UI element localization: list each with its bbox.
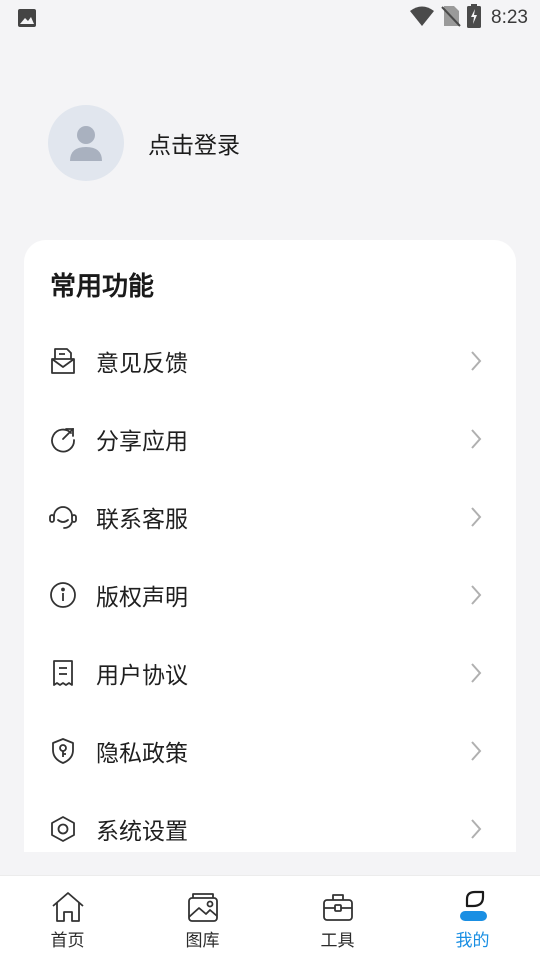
menu-item-copyright[interactable]: 版权声明 (24, 556, 516, 634)
toolbox-icon (322, 890, 354, 924)
menu-item-label: 隐私政策 (96, 741, 188, 767)
card-title: 常用功能 (50, 272, 155, 302)
tab-mine[interactable]: 我的 (405, 876, 540, 961)
battery-charging-icon (467, 4, 482, 32)
common-functions-card: 常用功能 意见反馈 分享应用 联系客服 版权声明 用户协议 隐私政策 系统设置 (24, 240, 516, 852)
tab-label: 首页 (50, 931, 85, 951)
tab-home[interactable]: 首页 (0, 876, 135, 961)
headset-icon (48, 502, 78, 532)
gallery-icon (187, 890, 219, 924)
menu-item-system-settings[interactable]: 系统设置 (24, 790, 516, 852)
menu-item-feedback[interactable]: 意见反馈 (24, 322, 516, 400)
menu-item-label: 联系客服 (96, 507, 188, 533)
menu-item-user-agreement[interactable]: 用户协议 (24, 634, 516, 712)
tab-tools[interactable]: 工具 (270, 876, 405, 961)
status-time: 8:23 (491, 7, 528, 28)
chevron-right-icon (470, 662, 484, 684)
tab-label: 我的 (455, 931, 490, 951)
wifi-icon (409, 5, 435, 31)
no-sim-icon (441, 5, 461, 31)
chevron-right-icon (470, 350, 484, 372)
gallery-notification-icon (17, 8, 37, 32)
menu-item-label: 用户协议 (96, 663, 188, 689)
chevron-right-icon (470, 740, 484, 762)
chevron-right-icon (470, 428, 484, 450)
receipt-icon (48, 658, 78, 688)
menu-item-label: 意见反馈 (96, 351, 188, 377)
home-icon (51, 890, 85, 924)
login-link[interactable]: 点击登录 (148, 126, 240, 160)
menu-item-label: 版权声明 (96, 585, 188, 611)
status-bar: 8:23 (0, 0, 540, 36)
bottom-tab-bar: 首页 图库 工具 我的 (0, 875, 540, 961)
menu-item-label: 分享应用 (96, 429, 188, 455)
menu-item-share[interactable]: 分享应用 (24, 400, 516, 478)
avatar[interactable] (48, 105, 124, 181)
menu-list: 意见反馈 分享应用 联系客服 版权声明 用户协议 隐私政策 系统设置 (24, 322, 516, 852)
user-placeholder-icon (70, 126, 102, 161)
menu-item-contact-service[interactable]: 联系客服 (24, 478, 516, 556)
settings-icon (48, 814, 78, 844)
chevron-right-icon (470, 584, 484, 606)
chevron-right-icon (470, 818, 484, 840)
tab-gallery[interactable]: 图库 (135, 876, 270, 961)
profile-icon (457, 890, 489, 924)
menu-item-label: 系统设置 (96, 819, 188, 845)
tab-label: 工具 (320, 931, 355, 951)
menu-item-privacy-policy[interactable]: 隐私政策 (24, 712, 516, 790)
tab-label: 图库 (185, 931, 220, 951)
profile-header: 点击登录 (48, 105, 240, 181)
share-icon (48, 424, 78, 454)
info-icon (48, 580, 78, 610)
feedback-icon (48, 346, 78, 376)
status-indicators: 8:23 (409, 4, 528, 32)
shield-key-icon (48, 736, 78, 766)
chevron-right-icon (470, 506, 484, 528)
